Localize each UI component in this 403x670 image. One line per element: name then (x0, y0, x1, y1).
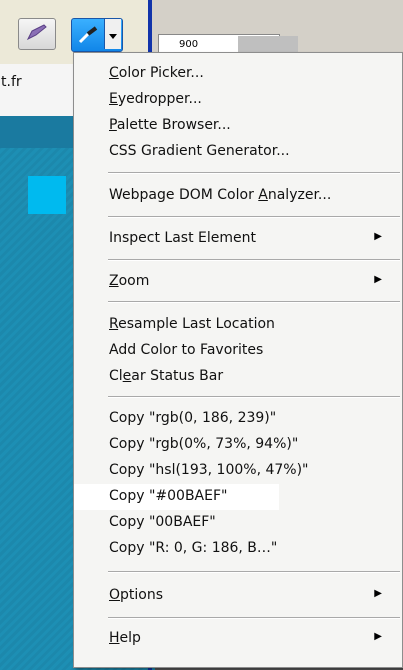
menu-item-zoom[interactable]: Zoom ▶ (74, 269, 402, 295)
menu-item-color-picker[interactable]: Color Picker... (74, 61, 402, 87)
menu-item-label: Options (109, 587, 164, 603)
dropdown-toggle[interactable] (104, 19, 121, 49)
menu-item-label: Color Picker... (109, 65, 204, 81)
menu-item-label: Copy "00BAEF" (109, 514, 216, 530)
menu-item-add-color-to-favorites[interactable]: Add Color to Favorites (74, 338, 402, 364)
submenu-arrow-icon: ▶ (374, 631, 382, 642)
menu-item-label: Add Color to Favorites (109, 342, 264, 358)
menu-item-label: Eyedropper... (109, 91, 202, 107)
menu-item-copy-rgb-percent[interactable]: Copy "rgb(0%, 73%, 94%)" (74, 432, 402, 458)
menu-item-label: Copy "#00BAEF" (109, 488, 228, 504)
menu-item-copy-hex[interactable]: Copy "00BAEF" (74, 510, 402, 536)
menu-item-label: Help (109, 630, 141, 646)
submenu-arrow-icon: ▶ (374, 588, 382, 599)
menu-item-inspect-last-element[interactable]: Inspect Last Element ▶ (74, 226, 402, 252)
chevron-down-icon (109, 25, 117, 44)
menu-item-copy-rgb-components[interactable]: Copy "R: 0, G: 186, B…" (74, 536, 402, 562)
ruler-value: 900 (179, 39, 199, 50)
menu-item-copy-rgb[interactable]: Copy "rgb(0, 186, 239)" (74, 406, 402, 432)
menu-item-copy-hex-hash[interactable]: Copy "#00BAEF" (74, 484, 279, 510)
scrollbar[interactable] (238, 36, 298, 52)
url-fragment: t.fr (1, 74, 22, 90)
menu-separator (108, 172, 400, 174)
color-picker-menu: Color Picker... Eyedropper... Palette Br… (73, 52, 403, 668)
menu-item-label: Palette Browser... (109, 117, 231, 133)
menu-item-clear-status-bar[interactable]: Clear Status Bar (74, 364, 402, 390)
menu-separator (108, 617, 400, 619)
menu-item-label: Copy "rgb(0%, 73%, 94%)" (109, 436, 299, 452)
menu-separator (108, 301, 400, 303)
menu-item-resample-last-location[interactable]: Resample Last Location (74, 312, 402, 338)
menu-item-label: Copy "rgb(0, 186, 239)" (109, 410, 277, 426)
menu-item-help[interactable]: Help ▶ (74, 626, 402, 652)
pen-button[interactable] (18, 18, 56, 50)
menu-item-label: CSS Gradient Generator... (109, 143, 290, 159)
menu-item-palette-browser[interactable]: Palette Browser... (74, 113, 402, 139)
eyedropper-icon (77, 25, 101, 49)
color-picker-button[interactable] (71, 18, 123, 52)
menu-item-label: Webpage DOM Color Analyzer... (109, 187, 332, 203)
menu-separator (108, 259, 400, 261)
menu-item-label: Zoom (109, 273, 150, 289)
menu-separator (108, 396, 400, 398)
submenu-arrow-icon: ▶ (374, 231, 382, 242)
menu-item-label: Inspect Last Element (109, 230, 257, 246)
menu-item-label: Clear Status Bar (109, 368, 224, 384)
menu-item-css-gradient-generator[interactable]: CSS Gradient Generator... (74, 139, 402, 165)
submenu-arrow-icon: ▶ (374, 274, 382, 285)
menu-item-dom-color-analyzer[interactable]: Webpage DOM Color Analyzer... (74, 183, 402, 209)
menu-item-label: Copy "hsl(193, 100%, 47%)" (109, 462, 309, 478)
menu-item-options[interactable]: Options ▶ (74, 583, 402, 609)
color-swatch (28, 176, 66, 214)
menu-item-label: Resample Last Location (109, 316, 275, 332)
menu-separator (108, 571, 400, 573)
pen-icon (26, 23, 48, 45)
menu-item-eyedropper[interactable]: Eyedropper... (74, 87, 402, 113)
menu-item-copy-hsl[interactable]: Copy "hsl(193, 100%, 47%)" (74, 458, 402, 484)
menu-item-label: Copy "R: 0, G: 186, B…" (109, 540, 278, 556)
menu-separator (108, 216, 400, 218)
